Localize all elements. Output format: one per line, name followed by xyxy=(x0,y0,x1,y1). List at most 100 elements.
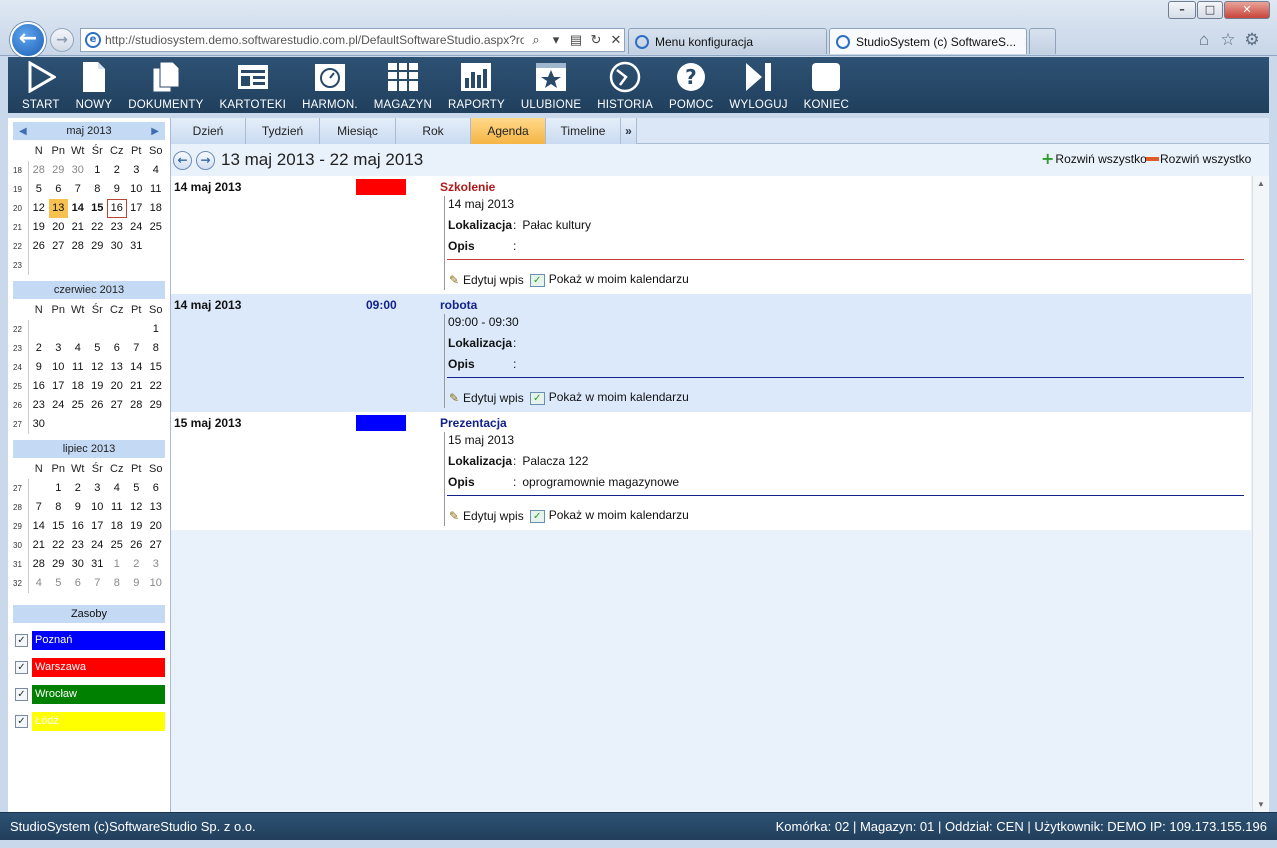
calendar-day[interactable]: 15 xyxy=(49,517,69,536)
favorites-icon[interactable]: ☆ xyxy=(1218,30,1238,50)
calendar-day[interactable]: 1 xyxy=(107,555,127,574)
resource-item[interactable]: ✓ Łódź xyxy=(13,712,165,731)
calendar-day[interactable]: 29 xyxy=(88,237,108,256)
toolbar-raporty[interactable]: RAPORTY xyxy=(440,57,513,113)
toolbar-dokumenty[interactable]: DOKUMENTY xyxy=(120,57,211,113)
toolbar-pomoc[interactable]: ? POMOC xyxy=(661,57,721,113)
calendar-day[interactable]: 12 xyxy=(29,199,49,218)
collapse-all-link[interactable]: Rozwiń wszystko xyxy=(1146,152,1251,166)
calendar-day[interactable]: 4 xyxy=(68,339,88,358)
calendar-day[interactable]: 29 xyxy=(49,555,69,574)
calendar-day[interactable]: 27 xyxy=(49,237,69,256)
calendar-day[interactable]: 9 xyxy=(127,574,147,593)
minimize-button[interactable]: – xyxy=(1168,1,1196,19)
calendar-day[interactable]: 30 xyxy=(68,161,88,180)
calendar-day[interactable]: 8 xyxy=(107,574,127,593)
scroll-up-icon[interactable]: ▲ xyxy=(1257,179,1265,188)
calendar-day[interactable]: 25 xyxy=(68,396,88,415)
toolbar-magazyn[interactable]: MAGAZYN xyxy=(366,57,440,113)
entry-title[interactable]: Szkolenie xyxy=(440,180,495,194)
search-icon[interactable]: ⌕ xyxy=(528,32,544,48)
tab-rok[interactable]: Rok xyxy=(396,118,471,144)
calendar-day[interactable]: 10 xyxy=(146,574,166,593)
calendar-day[interactable]: 24 xyxy=(49,396,69,415)
calendar-day[interactable]: 20 xyxy=(146,517,166,536)
calendar-day[interactable]: 17 xyxy=(88,517,108,536)
calendar-day[interactable]: 28 xyxy=(29,161,49,180)
calendar-day[interactable]: 27 xyxy=(146,536,166,555)
calendar-day[interactable]: 22 xyxy=(146,377,166,396)
calendar-day[interactable]: 19 xyxy=(88,377,108,396)
calendar-day[interactable]: 18 xyxy=(146,199,166,218)
calendar-day[interactable]: 10 xyxy=(127,180,147,199)
calendar-day[interactable]: 16 xyxy=(68,517,88,536)
entry-title[interactable]: robota xyxy=(440,298,477,312)
calendar-day[interactable]: 9 xyxy=(29,358,49,377)
calendar-day[interactable]: 29 xyxy=(49,161,69,180)
calendar-day[interactable]: 20 xyxy=(107,377,127,396)
calendar-day[interactable]: 24 xyxy=(88,536,108,555)
scrollbar[interactable]: ▲ ▼ xyxy=(1252,176,1269,812)
calendar-day[interactable]: 11 xyxy=(146,180,166,199)
calendar-day[interactable]: 6 xyxy=(49,180,69,199)
calendar-day[interactable]: 23 xyxy=(29,396,49,415)
calendar-day[interactable]: 3 xyxy=(88,479,108,498)
calendar-day[interactable]: 31 xyxy=(88,555,108,574)
calendar-day[interactable]: 18 xyxy=(68,377,88,396)
calendar-day[interactable]: 7 xyxy=(127,339,147,358)
resource-item[interactable]: ✓ Wrocław xyxy=(13,685,165,704)
checkbox[interactable]: ✓ xyxy=(15,634,28,647)
checkbox[interactable]: ✓ xyxy=(15,688,28,701)
calendar-day[interactable]: 9 xyxy=(68,498,88,517)
resource-item[interactable]: ✓ Warszawa xyxy=(13,658,165,677)
back-button[interactable]: ← xyxy=(10,22,46,58)
calendar-day[interactable]: 4 xyxy=(107,479,127,498)
edit-entry-link[interactable]: ✎ Edytuj wpis xyxy=(449,509,524,523)
home-icon[interactable]: ⌂ xyxy=(1194,30,1214,50)
resource-item[interactable]: ✓ Poznań xyxy=(13,631,165,650)
calendar-day[interactable]: 9 xyxy=(107,180,127,199)
calendar-day[interactable]: 30 xyxy=(68,555,88,574)
calendar-day[interactable]: 12 xyxy=(127,498,147,517)
calendar-day[interactable]: 15 xyxy=(88,199,108,218)
calendar-day[interactable]: 16 xyxy=(107,199,127,218)
calendar-day[interactable]: 4 xyxy=(146,161,166,180)
calendar-day[interactable]: 26 xyxy=(127,536,147,555)
calendar-day[interactable]: 20 xyxy=(49,218,69,237)
calendar-day[interactable]: 13 xyxy=(146,498,166,517)
calendar-day[interactable]: 6 xyxy=(146,479,166,498)
calendar-day[interactable]: 2 xyxy=(127,555,147,574)
calendar-day[interactable]: 22 xyxy=(88,218,108,237)
url-text[interactable]: http://studiosystem.demo.softwarestudio.… xyxy=(105,33,524,47)
calendar-day[interactable]: 6 xyxy=(107,339,127,358)
calendar-day[interactable]: 13 xyxy=(48,199,68,218)
calendar-day[interactable]: 14 xyxy=(68,199,88,218)
calendar-day[interactable]: 4 xyxy=(29,574,49,593)
calendar-day[interactable]: 8 xyxy=(146,339,166,358)
calendar-day[interactable]: 7 xyxy=(68,180,88,199)
next-month-icon[interactable]: ▶ xyxy=(151,126,159,137)
calendar-day[interactable]: 22 xyxy=(49,536,69,555)
address-bar[interactable]: e http://studiosystem.demo.softwarestudi… xyxy=(80,28,625,52)
calendar-day[interactable]: 28 xyxy=(127,396,147,415)
show-in-calendar-link[interactable]: ✓ Pokaż w moim kalendarzu xyxy=(529,272,689,287)
calendar-day[interactable]: 28 xyxy=(68,237,88,256)
calendar-day[interactable]: 12 xyxy=(88,358,108,377)
calendar-day[interactable]: 21 xyxy=(29,536,49,555)
close-tab-icon[interactable]: ✕ xyxy=(1024,35,1026,49)
expand-all-link[interactable]: + Rozwiń wszystko xyxy=(1041,151,1147,167)
show-in-calendar-link[interactable]: ✓ Pokaż w moim kalendarzu xyxy=(529,508,689,523)
toolbar-harmon[interactable]: HARMON. xyxy=(294,57,366,113)
calendar-day[interactable]: 16 xyxy=(29,377,49,396)
calendar-day[interactable]: 10 xyxy=(49,358,69,377)
calendar-day[interactable]: 8 xyxy=(49,498,69,517)
toolbar-koniec[interactable]: KONIEC xyxy=(796,57,857,113)
calendar-day[interactable]: 2 xyxy=(29,339,49,358)
calendar-day[interactable]: 2 xyxy=(107,161,127,180)
calendar-day[interactable]: 31 xyxy=(127,237,147,256)
edit-entry-link[interactable]: ✎ Edytuj wpis xyxy=(449,273,524,287)
toolbar-start[interactable]: START xyxy=(14,57,68,113)
toolbar-kartoteki[interactable]: KARTOTEKI xyxy=(212,57,295,113)
tab-miesiac[interactable]: Miesiąc xyxy=(320,118,396,144)
calendar-day[interactable]: 30 xyxy=(29,415,49,434)
